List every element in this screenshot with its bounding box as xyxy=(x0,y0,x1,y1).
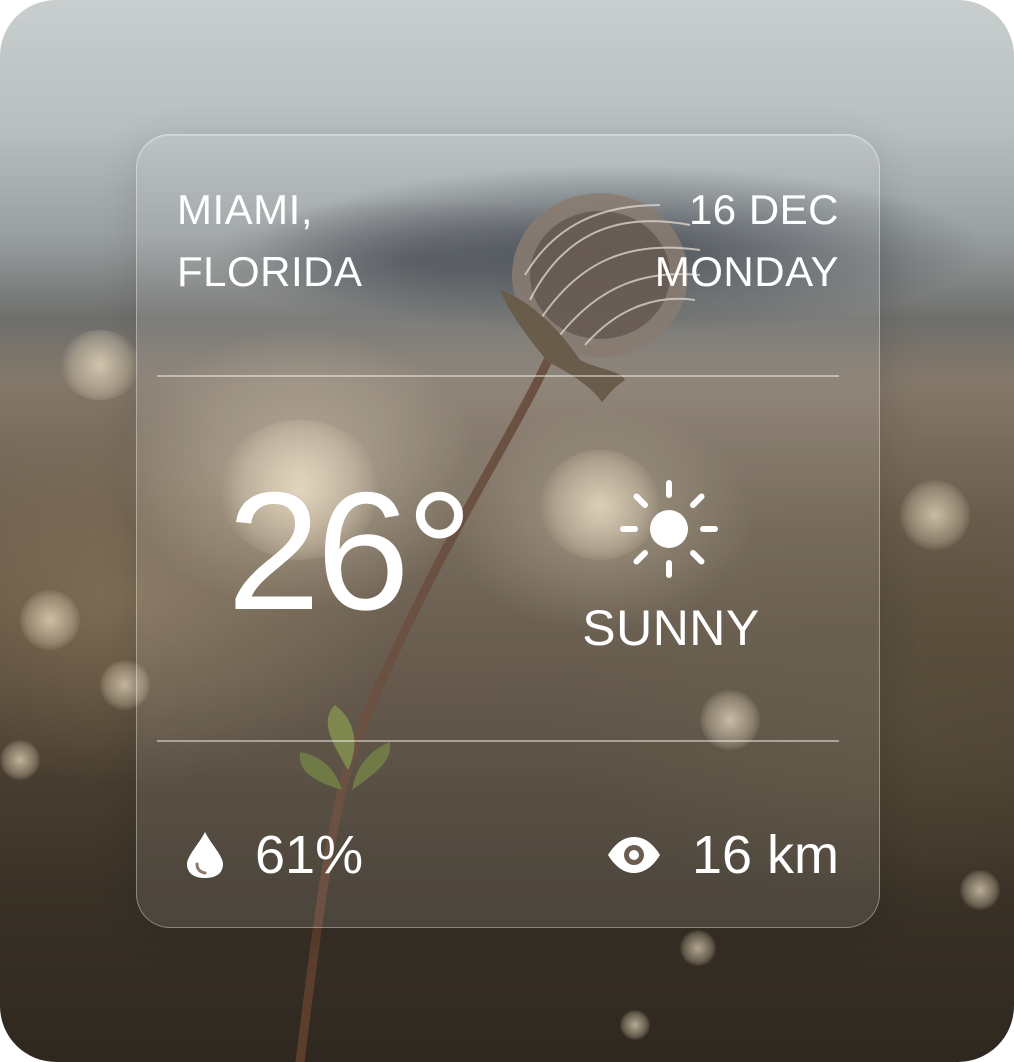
date-block: 16 DEC MONDAY xyxy=(655,179,839,303)
divider-bottom xyxy=(157,740,839,742)
visibility-value: 16 km xyxy=(691,825,839,885)
condition-label: SUNNY xyxy=(582,600,760,656)
visibility-stat: 16 km xyxy=(606,825,839,885)
weather-widget: MIAMI, FLORIDA 16 DEC MONDAY 26° SUNNY 6… xyxy=(0,0,1014,1062)
weather-card: MIAMI, FLORIDA 16 DEC MONDAY 26° SUNNY 6… xyxy=(136,134,880,928)
location: MIAMI, FLORIDA xyxy=(177,179,363,303)
humidity-stat: 61% xyxy=(185,825,363,885)
location-region: FLORIDA xyxy=(177,248,363,295)
date-weekday: MONDAY xyxy=(654,248,839,295)
divider-top xyxy=(157,375,839,377)
sun-icon xyxy=(620,480,718,578)
eye-icon xyxy=(607,837,660,873)
droplet-icon xyxy=(187,832,223,878)
date-day-month: 16 DEC xyxy=(688,186,839,233)
location-city: MIAMI, xyxy=(177,186,313,233)
humidity-value: 61% xyxy=(255,825,364,885)
temperature-value: 26° xyxy=(227,457,473,645)
